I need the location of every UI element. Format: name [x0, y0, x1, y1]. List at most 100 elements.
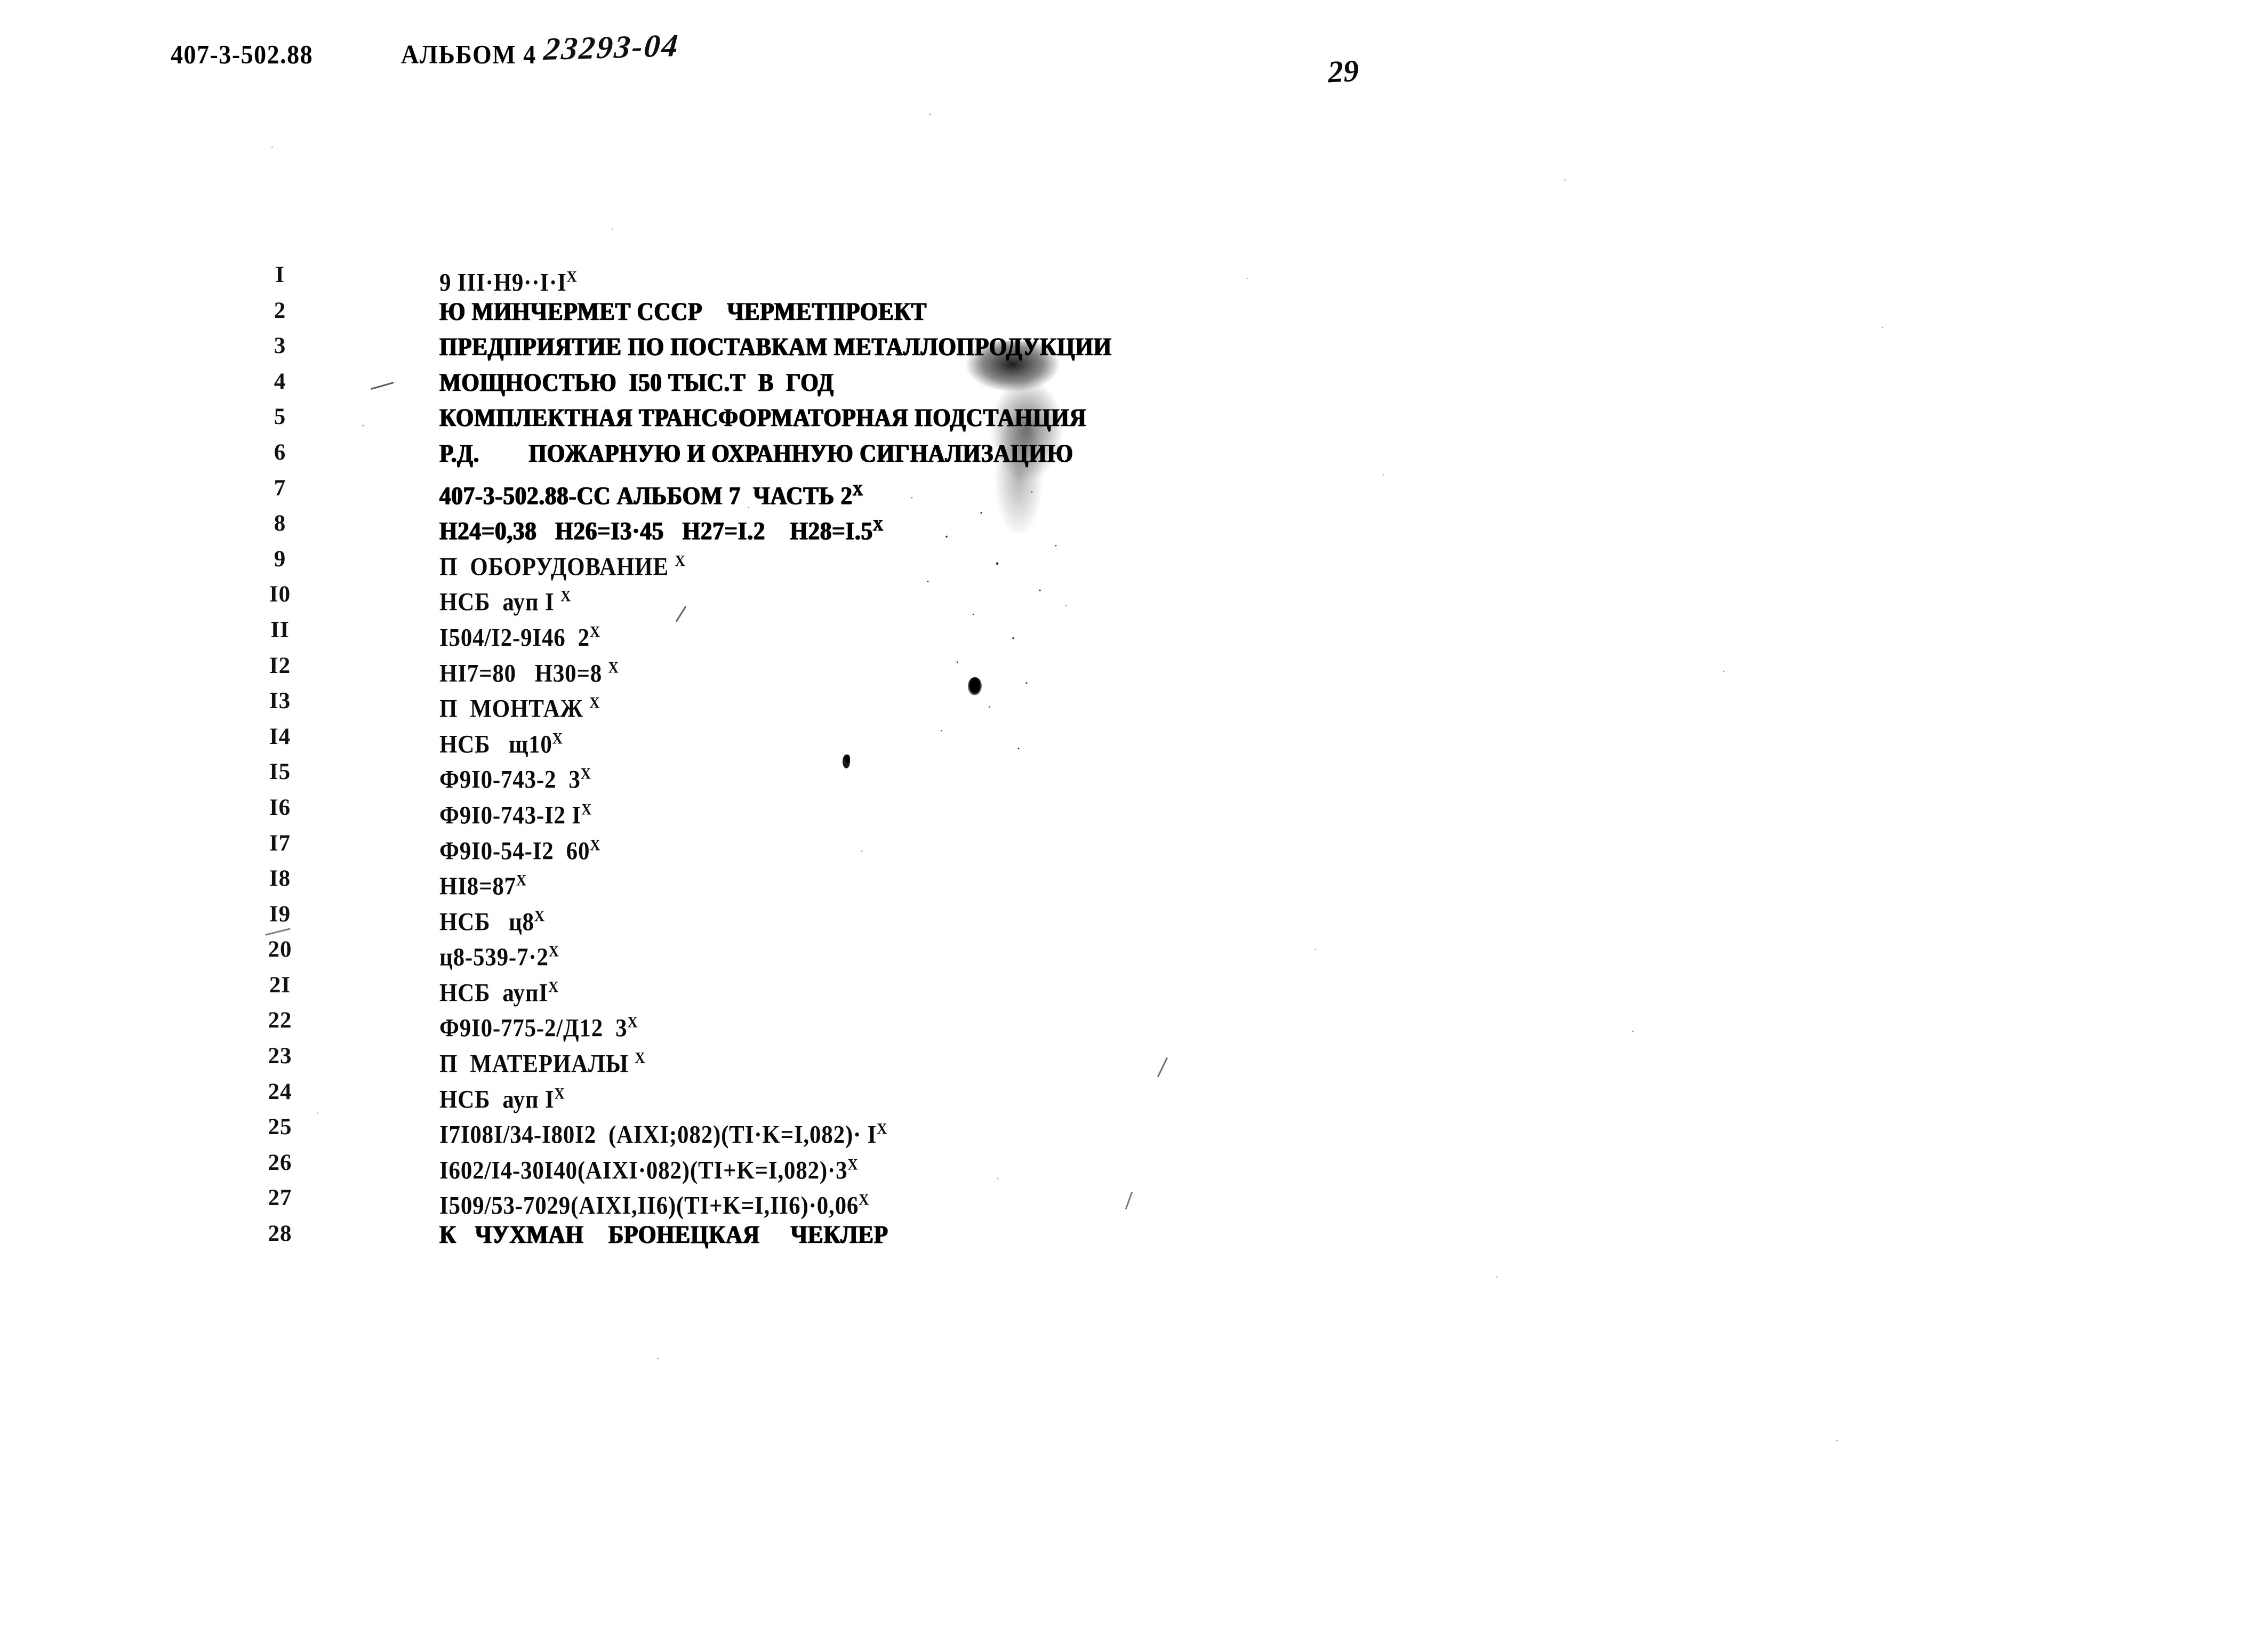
line-number: 8 [274, 511, 286, 536]
line-text-body: П ОБОРУДОВАНИЕ [439, 553, 675, 581]
line-number: 2 [274, 298, 286, 323]
line-text-body: I602/I4-30I40(AIXI·082)(TI+K=I,082)·3 [439, 1157, 848, 1185]
line-number: 6 [274, 439, 286, 465]
handwritten-order-number: 23293-04 [542, 27, 681, 67]
line-text-body: Р.Д. ПОЖАРНУЮ И ОХРАННУЮ СИГНАЛИЗАЦИЮ [439, 440, 1073, 468]
line-text: П МАТЕРИАЛЫ X [439, 1042, 645, 1080]
line-number: I6 [269, 795, 291, 820]
line-text-body: I7I08I/34-I80I2 (AIXI;082)(TI·K=I,082)· … [439, 1121, 877, 1149]
line-text-body: МОЩНОСТЬЮ I50 ТЫС.Т В ГОД [439, 368, 834, 397]
line-text-body: HI8=87 [439, 872, 516, 901]
listing-row: I7 Ф9I0-54-I2 60X [0, 830, 2268, 865]
line-text: Ф9I0-743-I2 IX [439, 794, 591, 831]
line-number: 4 [274, 368, 286, 394]
line-text: НСБ аупIX [439, 972, 558, 1009]
line-text: П МОНТАЖ X [439, 687, 600, 725]
listing-row: 23 П МАТЕРИАЛЫ X [0, 1042, 2268, 1078]
line-text-superscript: X [580, 765, 591, 783]
listing-row: I 9 III·H9··I·IX [0, 261, 2268, 297]
listing-row: 3 ПРЕДПРИЯТИЕ ПО ПОСТАВКАМ МЕТАЛЛОПРОДУКЦ… [0, 332, 2268, 368]
line-number: I3 [269, 688, 291, 714]
line-number: 24 [268, 1079, 292, 1104]
listing-row: 2 Ю МИНЧЕРМЕТ СССР ЧЕРМЕТПРОЕКТ [0, 297, 2268, 333]
line-text-superscript: X [847, 1155, 858, 1173]
scanned-page: 407-3-502.88 АЛЬБОМ 4 23293-04 29 I9 III… [0, 0, 2268, 1637]
line-text: HI8=87X [439, 865, 526, 902]
line-text-body: Ю МИНЧЕРМЕТ СССР ЧЕРМЕТПРОЕКТ [439, 298, 927, 326]
line-text-superscript: X [516, 871, 527, 889]
line-number: 7 [274, 475, 286, 501]
line-text: Ф9I0-775-2/Д12 3X [439, 1007, 638, 1044]
listing-row: 27 I509/53-7029(AIXI,II6)(TI+K=I,II6)·0,0… [0, 1184, 2268, 1220]
line-text-body: НСБ ауп I [439, 1086, 555, 1114]
line-number: 3 [274, 333, 286, 359]
listing-row: 28 К ЧУХМАН БРОНЕЦКАЯ ЧЕКЛЕР [0, 1220, 2268, 1256]
line-text-body: I504/I2-9I46 2 [439, 624, 590, 652]
line-text: К ЧУХМАН БРОНЕЦКАЯ ЧЕКЛЕР [439, 1220, 888, 1250]
line-text-superscript: X [552, 729, 563, 747]
line-text-body: К ЧУХМАН БРОНЕЦКАЯ ЧЕКЛЕР [439, 1221, 888, 1249]
line-text-superscript: X [608, 658, 619, 676]
line-text: I602/I4-30I40(AIXI·082)(TI+K=I,082)·3X [439, 1149, 858, 1186]
document-code: 407-3-502.88 [171, 39, 314, 69]
listing-row: 25 I7I08I/34-I80I2 (AIXI;082)(TI·K=I,082)… [0, 1113, 2268, 1149]
line-text-superscript: X [589, 623, 600, 641]
line-text: НСБ ц8X [439, 901, 544, 938]
album-label: АЛЬБОМ 4 [401, 39, 536, 69]
line-text: П ОБОРУДОВАНИЕ X [439, 545, 685, 583]
line-text: HI7=80 H30=8 X [439, 652, 619, 689]
line-text-body: I509/53-7029(AIXI,II6)(TI+K=I,II6)·0,06 [439, 1192, 859, 1220]
line-text: НСБ ауп I X [439, 581, 571, 618]
line-number: 22 [268, 1008, 292, 1033]
listing-row: 9 П ОБОРУДОВАНИЕ X [0, 545, 2268, 581]
line-text-body: Ф9I0-54-I2 60 [439, 837, 590, 865]
line-text-superscript: X [675, 551, 685, 569]
line-number: I5 [269, 759, 291, 785]
line-number: 5 [274, 404, 286, 430]
line-text-superscript: X [627, 1013, 638, 1031]
line-text-superscript: X [590, 836, 600, 854]
line-listing: I9 III·H9··I·IX 2 Ю МИНЧЕРМЕТ СССР ЧЕРМЕТП… [0, 261, 2268, 1256]
line-text-body: 9 III·H9··I·I [439, 269, 567, 297]
line-text-body: Ф9I0-743-I2 I [439, 801, 581, 830]
line-number: 23 [268, 1044, 292, 1069]
listing-row: I3 П МОНТАЖ X [0, 687, 2268, 723]
line-text-body: П МОНТАЖ [439, 695, 590, 723]
listing-row: I8 HI8=87X [0, 865, 2268, 901]
page-number: 29 [1327, 53, 1360, 90]
line-text: I509/53-7029(AIXI,II6)(TI+K=I,II6)·0,06X [439, 1184, 869, 1222]
line-text-superscript: X [635, 1049, 645, 1067]
line-text: Ф9I0-54-I2 60X [439, 830, 600, 867]
line-number: 2I [269, 972, 291, 998]
line-text-body: НСБ щ10 [439, 731, 552, 759]
line-text: НСБ ауп IX [439, 1078, 565, 1116]
line-number: 26 [268, 1150, 292, 1175]
line-text: I7I08I/34-I80I2 (AIXI;082)(TI·K=I,082)· … [439, 1113, 887, 1151]
line-text-superscript: X [581, 800, 592, 818]
line-text-body: П МАТЕРИАЛЫ [439, 1050, 635, 1078]
line-text-body: Ф9I0-743-2 3 [439, 766, 581, 794]
line-text: I504/I2-9I46 2X [439, 616, 600, 654]
line-text-superscript: X [534, 906, 545, 925]
line-text: НСБ щ10X [439, 723, 563, 760]
line-text-body: HI7=80 H30=8 [439, 660, 608, 687]
line-text-superscript: X [872, 516, 884, 534]
line-text: ПРЕДПРИЯТИЕ ПО ПОСТАВКАМ МЕТАЛЛОПРОДУКЦИ… [439, 332, 1112, 363]
line-text: МОЩНОСТЬЮ I50 ТЫС.Т В ГОД [439, 368, 834, 398]
line-text-body: КОМПЛЕКТНАЯ ТРАНСФОРМАТОРНАЯ ПОДСТАНЦИЯ [439, 404, 1087, 432]
line-text-body: НСБ ауп I [439, 589, 561, 616]
line-text: H24=0,38 H26=I3·45 H27=I.2 H28=I.5X [439, 510, 883, 547]
line-text-body: ц8-539-7·2 [439, 943, 549, 972]
line-number: I7 [269, 830, 291, 856]
line-text-body: Ф9I0-775-2/Д12 3 [439, 1015, 628, 1042]
listing-row: 22 Ф9I0-775-2/Д12 3X [0, 1007, 2268, 1042]
line-text-body: НСБ аупI [439, 979, 548, 1007]
line-text: Ф9I0-743-2 3X [439, 758, 591, 796]
listing-row: 7 407-3-502.88-СС АЛЬБОМ 7 ЧАСТЬ 2X [0, 475, 2268, 510]
line-text: 407-3-502.88-СС АЛЬБОМ 7 ЧАСТЬ 2X [439, 475, 863, 512]
line-text-superscript: X [859, 1191, 869, 1209]
line-text-superscript: X [560, 587, 571, 605]
line-number: 28 [268, 1221, 292, 1247]
line-text-body: ПРЕДПРИЯТИЕ ПО ПОСТАВКАМ МЕТАЛЛОПРОДУКЦИ… [439, 333, 1112, 362]
line-text: 9 III·H9··I·IX [439, 261, 577, 299]
